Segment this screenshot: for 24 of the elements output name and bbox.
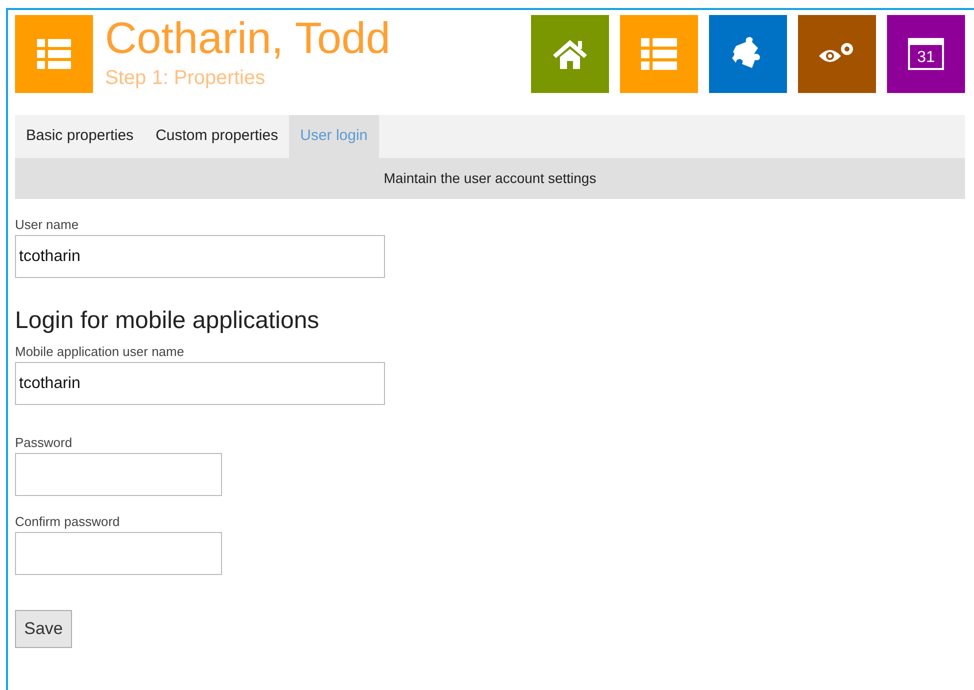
calendar-icon: 31 — [908, 38, 944, 70]
nav-tile[interactable] — [620, 15, 698, 93]
page-title: Cotharin, Todd — [105, 15, 390, 63]
input-field[interactable] — [15, 453, 222, 496]
tab[interactable]: Basic properties — [15, 115, 145, 158]
tab[interactable]: Custom properties — [144, 115, 290, 158]
field-label: Password — [15, 434, 74, 452]
nav-tile[interactable] — [798, 15, 876, 93]
field-label: Confirm password — [15, 513, 121, 531]
field-label: Mobile application user name — [15, 343, 186, 361]
section-heading: Login for mobile applications — [15, 306, 320, 336]
input-field[interactable]: tcotharin — [15, 362, 385, 405]
field-label: User name — [15, 216, 80, 234]
list-icon — [37, 39, 71, 69]
house-icon — [552, 38, 588, 70]
list-icon — [641, 38, 677, 70]
nav-tile[interactable]: 31 — [887, 15, 965, 93]
page-subtitle: Step 1: Properties — [105, 66, 266, 91]
info-banner: Maintain the user account settings — [15, 158, 965, 199]
save-button[interactable]: Save — [15, 610, 72, 648]
input-field[interactable] — [15, 532, 222, 575]
input-field[interactable]: tcotharin — [15, 235, 385, 278]
nav-tile[interactable] — [531, 15, 609, 93]
nav-tile[interactable] — [709, 15, 787, 93]
